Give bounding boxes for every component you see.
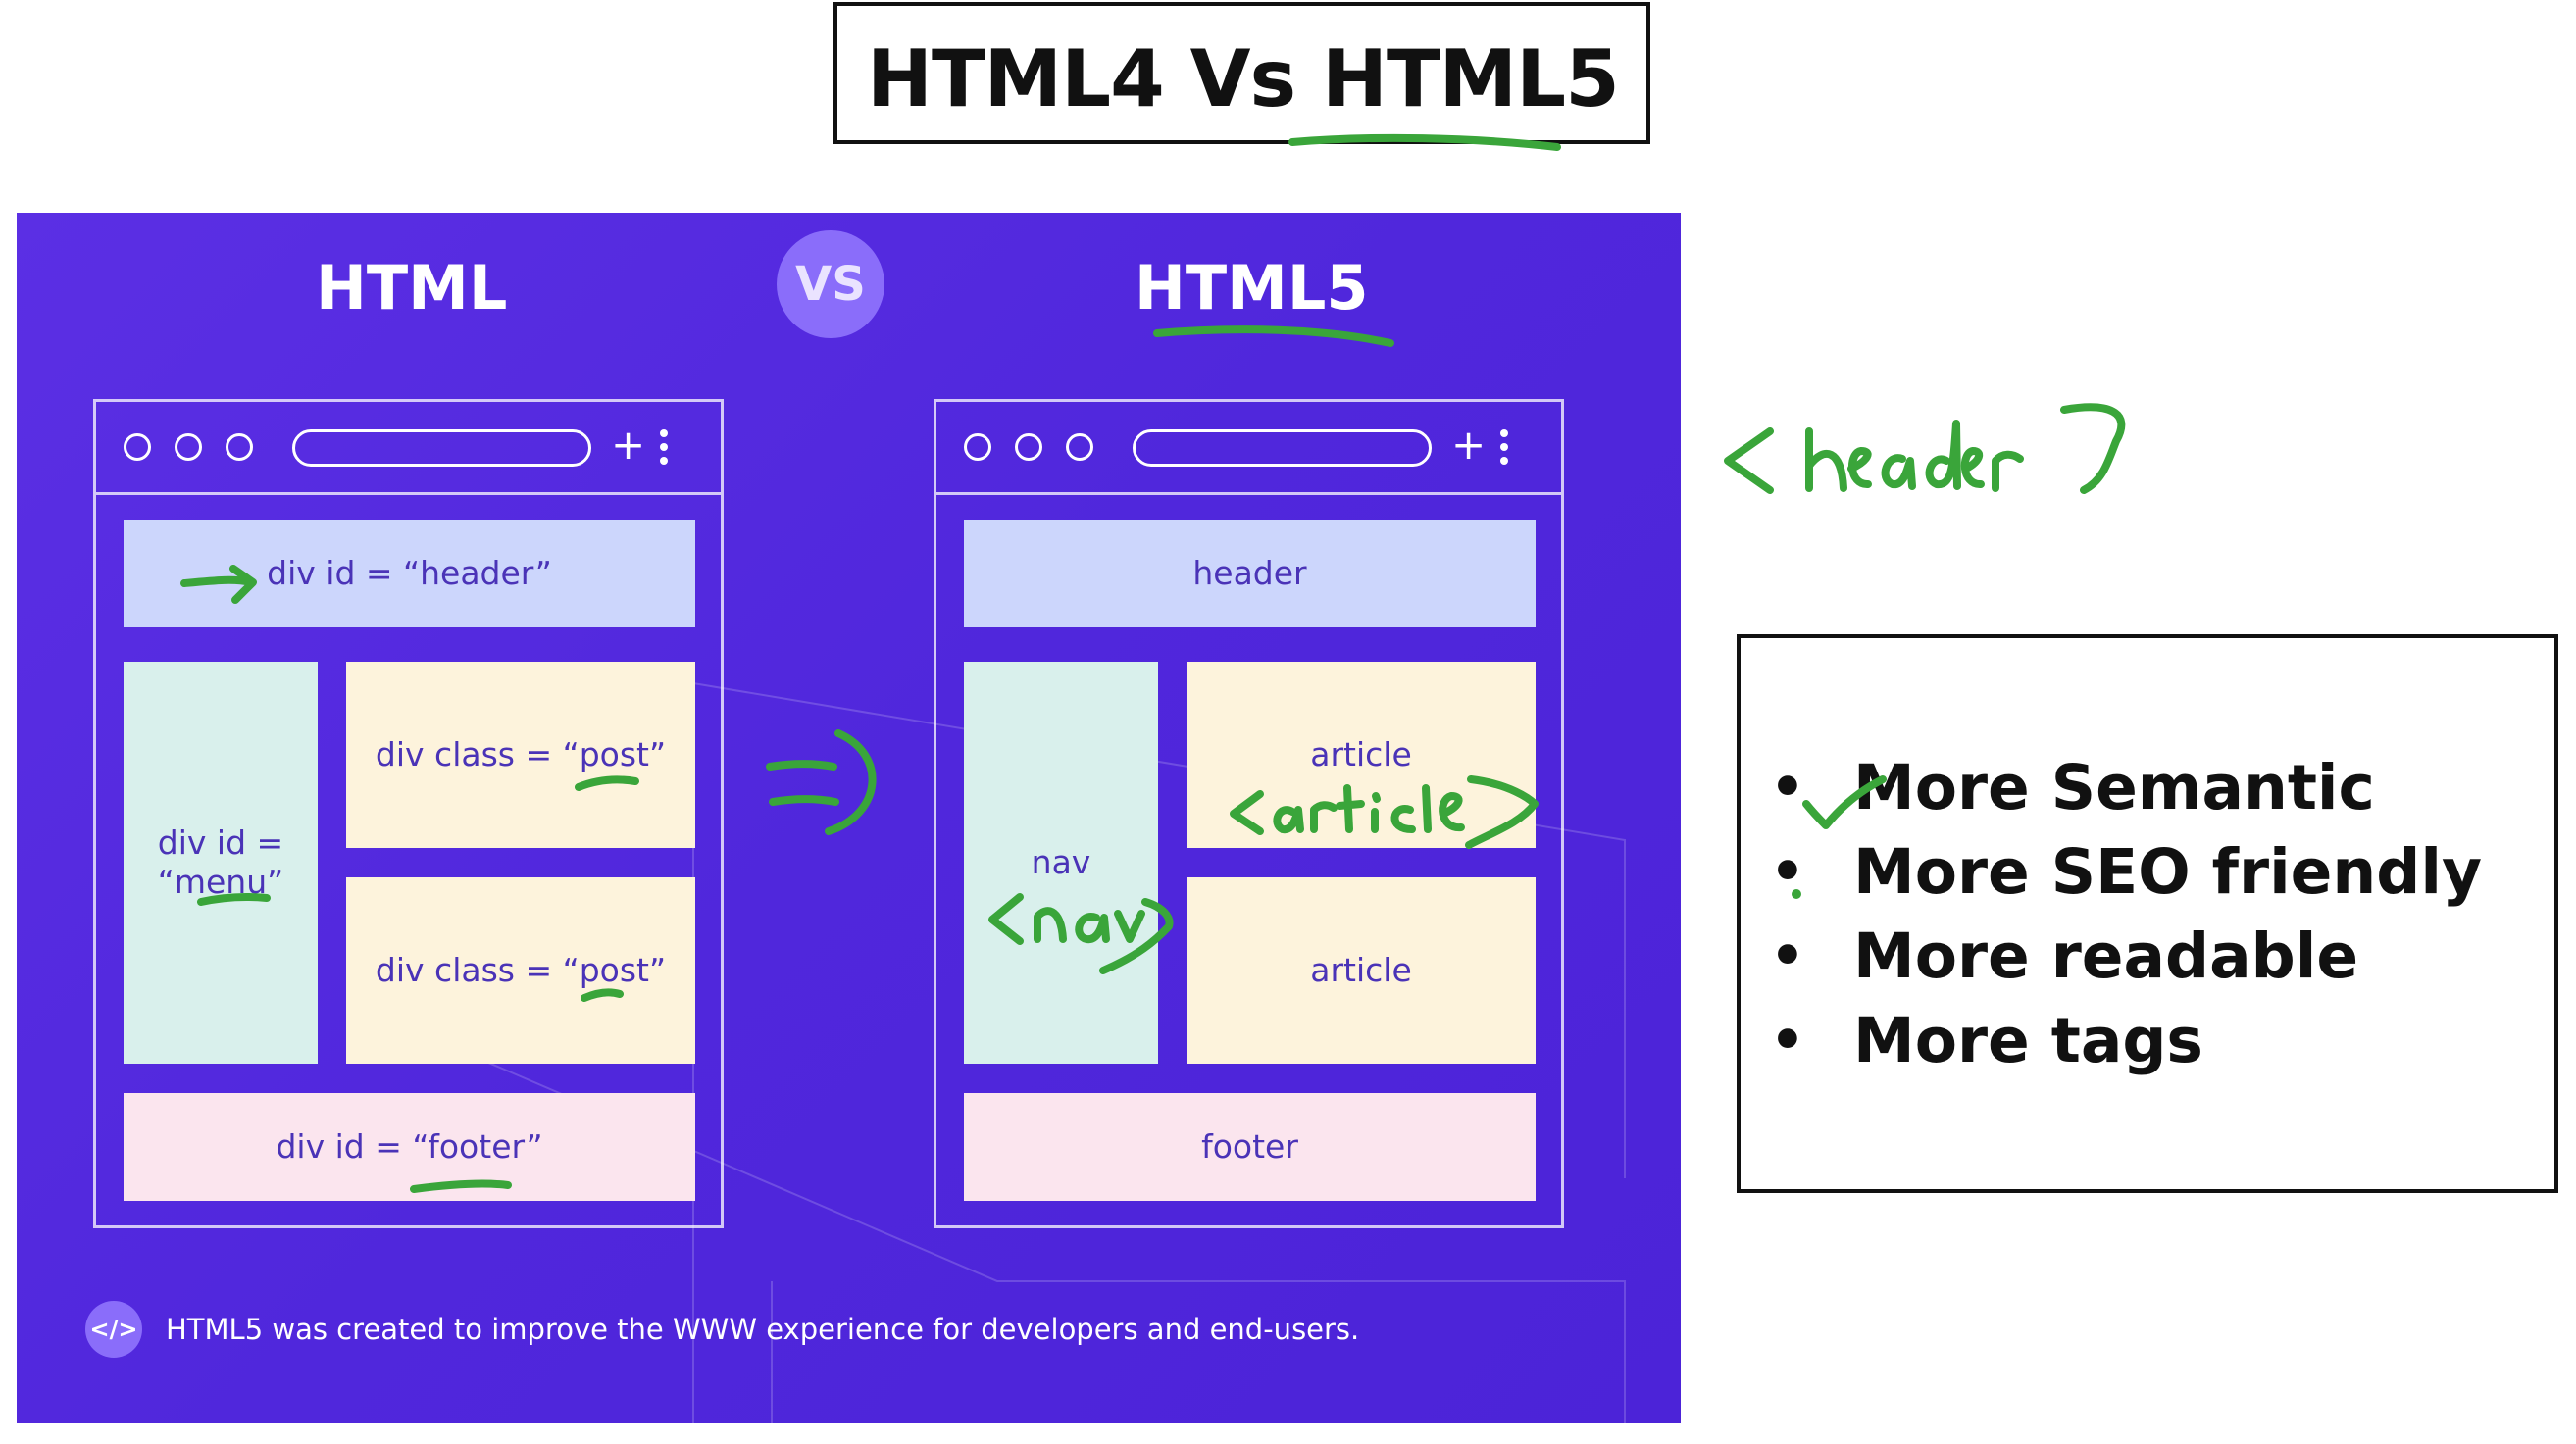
code-icon: </> — [85, 1301, 142, 1358]
window-dot-icon — [226, 433, 253, 461]
menu-label-line2: “menu” — [157, 863, 284, 901]
article-element-block: article — [1187, 877, 1536, 1064]
html5-browser-mockup: + header nav article article footer — [934, 399, 1564, 1228]
vs-badge: VS — [777, 230, 884, 338]
article-element-block: article — [1187, 662, 1536, 848]
footer-element-block: footer — [964, 1093, 1536, 1201]
benefit-item: More SEO friendly — [1770, 830, 2482, 915]
page-title: HTML4 Vs HTML5 — [867, 33, 1620, 124]
html-column-title: HTML — [316, 252, 508, 324]
plus-icon: + — [1451, 421, 1487, 469]
post-div-block: div class = “post” — [346, 877, 695, 1064]
address-bar — [292, 429, 591, 467]
header-element-block: header — [964, 520, 1536, 627]
header-div-block: div id = “header” — [124, 520, 695, 627]
menu-div-block: div id = “menu” — [124, 662, 318, 1064]
slide-caption: </> HTML5 was created to improve the WWW… — [85, 1301, 1359, 1358]
title-box: HTML4 Vs HTML5 — [833, 2, 1650, 144]
benefit-item: More Semantic — [1770, 746, 2482, 830]
window-dot-icon — [964, 433, 991, 461]
kebab-menu-icon — [1500, 429, 1508, 473]
address-bar — [1133, 429, 1432, 467]
window-dot-icon — [175, 433, 202, 461]
benefits-list: More Semantic More SEO friendly More rea… — [1770, 746, 2482, 1083]
browser-toolbar: + — [96, 402, 721, 495]
window-dot-icon — [1066, 433, 1093, 461]
comparison-slide: HTML VS HTML5 + div id = “header” div id… — [17, 213, 1681, 1423]
nav-element-block: nav — [964, 662, 1158, 1064]
footer-div-block: div id = “footer” — [124, 1093, 695, 1201]
title-right: HTML5 — [1322, 33, 1620, 124]
kebab-menu-icon — [660, 429, 668, 473]
window-dot-icon — [1015, 433, 1042, 461]
post-div-block: div class = “post” — [346, 662, 695, 848]
browser-toolbar: + — [936, 402, 1561, 495]
title-left: HTML4 Vs — [867, 33, 1323, 124]
benefit-item: More readable — [1770, 915, 2482, 999]
plus-icon: + — [611, 421, 646, 469]
window-dot-icon — [124, 433, 151, 461]
benefits-box: More Semantic More SEO friendly More rea… — [1737, 634, 2558, 1193]
html5-column-title: HTML5 — [1135, 252, 1369, 324]
html-browser-mockup: + div id = “header” div id = “menu” div … — [93, 399, 724, 1228]
menu-label-line1: div id = — [157, 823, 284, 862]
benefit-item: More tags — [1770, 999, 2482, 1083]
caption-text: HTML5 was created to improve the WWW exp… — [166, 1313, 1360, 1346]
